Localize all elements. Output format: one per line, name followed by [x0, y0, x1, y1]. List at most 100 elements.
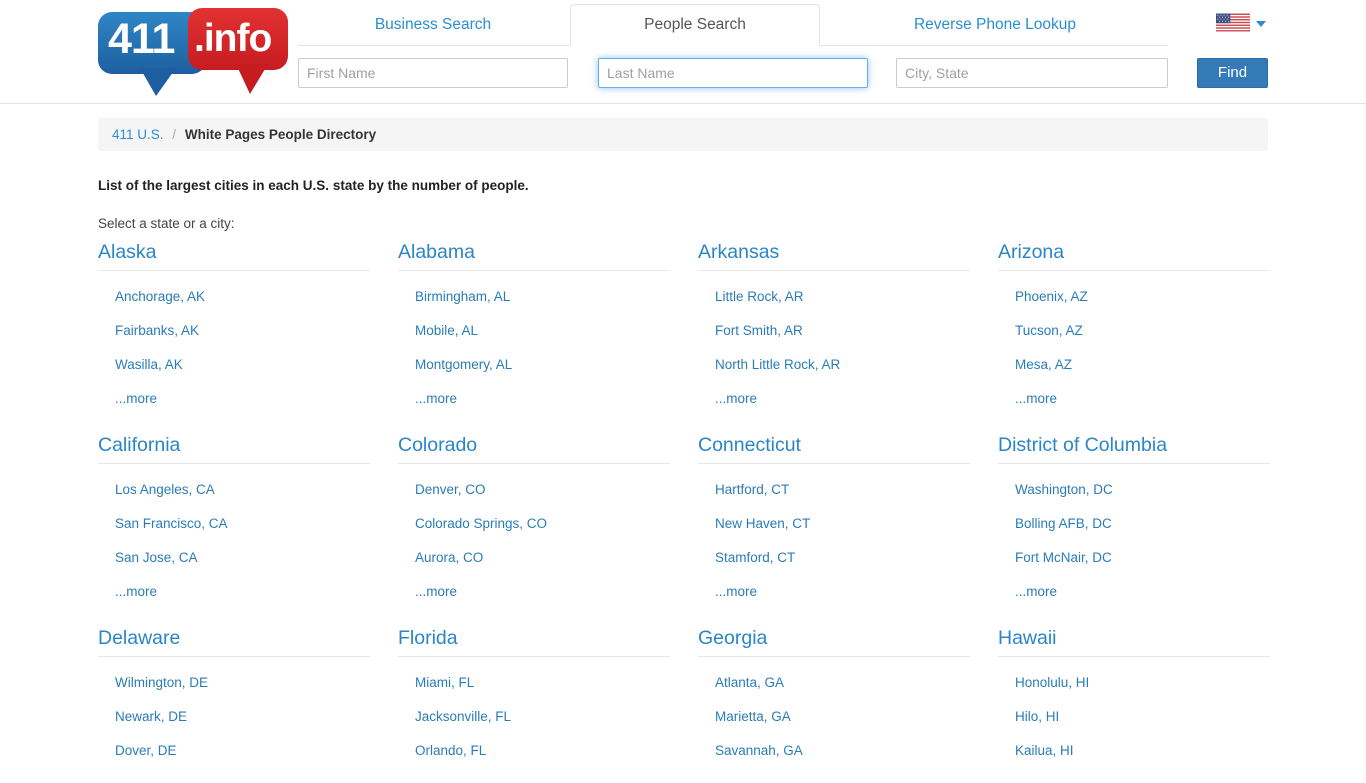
last-name-input[interactable]: [598, 58, 868, 88]
state-heading-link[interactable]: District of Columbia: [998, 431, 1270, 464]
city-link[interactable]: Montgomery, AL: [415, 348, 670, 382]
city-link[interactable]: Little Rock, AR: [715, 280, 970, 314]
us-flag-icon: [1216, 13, 1250, 32]
page-title: List of the largest cities in each U.S. …: [98, 178, 529, 193]
search-tabs: Business Search People Search Reverse Ph…: [298, 0, 1168, 46]
city-list: Wilmington, DE Newark, DE Dover, DE: [98, 657, 370, 768]
city-link[interactable]: Los Angeles, CA: [115, 473, 370, 507]
more-cities-link[interactable]: ...more: [415, 382, 670, 416]
city-link[interactable]: New Haven, CT: [715, 507, 970, 541]
city-link[interactable]: Bolling AFB, DC: [1015, 507, 1270, 541]
city-list: Little Rock, AR Fort Smith, AR North Littl…: [698, 271, 970, 416]
city-list: Washington, DC Bolling AFB, DC Fort McNair…: [998, 464, 1270, 609]
city-link[interactable]: Marietta, GA: [715, 700, 970, 734]
state-column: California Los Angeles, CA San Francisco, …: [98, 431, 370, 609]
city-link[interactable]: Atlanta, GA: [715, 666, 970, 700]
logo-red-bubble-tail: [236, 64, 268, 94]
logo-text-411: 411: [108, 15, 175, 63]
tab-people-search[interactable]: People Search: [570, 4, 820, 46]
state-heading-link[interactable]: Arkansas: [698, 238, 970, 271]
city-link[interactable]: Washington, DC: [1015, 473, 1270, 507]
breadcrumb-separator: /: [172, 127, 177, 142]
state-column: Hawaii Honolulu, HI Hilo, HI Kailua, HI: [998, 624, 1270, 768]
site-header: 411 .info Business Search People Search …: [0, 0, 1366, 104]
city-link[interactable]: Fairbanks, AK: [115, 314, 370, 348]
city-link[interactable]: Orlando, FL: [415, 734, 670, 768]
city-link[interactable]: Tucson, AZ: [1015, 314, 1270, 348]
people-search-form: Find: [298, 58, 1268, 88]
state-column: Florida Miami, FL Jacksonville, FL Orlando,…: [398, 624, 670, 768]
city-link[interactable]: Dover, DE: [115, 734, 370, 768]
city-list: Atlanta, GA Marietta, GA Savannah, GA: [698, 657, 970, 768]
city-link[interactable]: Denver, CO: [415, 473, 670, 507]
state-heading-link[interactable]: Colorado: [398, 431, 670, 464]
breadcrumb-current-page: White Pages People Directory: [184, 127, 377, 142]
city-link[interactable]: North Little Rock, AR: [715, 348, 970, 382]
city-list: Hartford, CT New Haven, CT Stamford, CT...…: [698, 464, 970, 609]
breadcrumb: 411 U.S. / White Pages People Directory: [98, 118, 1268, 151]
state-directory-grid: Alaska Anchorage, AK Fairbanks, AK Wasilla,…: [98, 238, 1270, 783]
locale-selector[interactable]: [1216, 12, 1268, 36]
state-heading-link[interactable]: Hawaii: [998, 624, 1270, 657]
city-link[interactable]: Wasilla, AK: [115, 348, 370, 382]
more-cities-link[interactable]: ...more: [715, 382, 970, 416]
logo-blue-bubble-tail: [140, 68, 176, 96]
state-column: District of Columbia Washington, DC Bollin…: [998, 431, 1270, 609]
city-link[interactable]: Fort McNair, DC: [1015, 541, 1270, 575]
city-link[interactable]: Fort Smith, AR: [715, 314, 970, 348]
breadcrumb-home-link[interactable]: 411 U.S.: [112, 127, 164, 142]
city-link[interactable]: San Francisco, CA: [115, 507, 370, 541]
tab-reverse-phone-lookup[interactable]: Reverse Phone Lookup: [822, 4, 1168, 46]
city-link[interactable]: Miami, FL: [415, 666, 670, 700]
city-link[interactable]: Phoenix, AZ: [1015, 280, 1270, 314]
logo-text-info: .info: [194, 17, 272, 60]
city-list: Los Angeles, CA San Francisco, CA San Jose…: [98, 464, 370, 609]
state-column: Alaska Anchorage, AK Fairbanks, AK Wasilla,…: [98, 238, 370, 416]
city-link[interactable]: Mesa, AZ: [1015, 348, 1270, 382]
city-list: Phoenix, AZ Tucson, AZ Mesa, AZ ...more: [998, 271, 1270, 416]
more-cities-link[interactable]: ...more: [115, 382, 370, 416]
find-button[interactable]: Find: [1197, 58, 1268, 88]
city-link[interactable]: Stamford, CT: [715, 541, 970, 575]
state-column: Arkansas Little Rock, AR Fort Smith, AR Nor…: [698, 238, 970, 416]
city-link[interactable]: Mobile, AL: [415, 314, 670, 348]
city-state-input[interactable]: [896, 58, 1168, 88]
state-heading-link[interactable]: Delaware: [98, 624, 370, 657]
tab-business-search[interactable]: Business Search: [298, 4, 568, 46]
first-name-input[interactable]: [298, 58, 568, 88]
state-heading-link[interactable]: Florida: [398, 624, 670, 657]
city-list: Miami, FL Jacksonville, FL Orlando, FL: [398, 657, 670, 768]
city-link[interactable]: Honolulu, HI: [1015, 666, 1270, 700]
state-heading-link[interactable]: California: [98, 431, 370, 464]
more-cities-link[interactable]: ...more: [1015, 382, 1270, 416]
city-list: Anchorage, AK Fairbanks, AK Wasilla, AK...…: [98, 271, 370, 416]
state-heading-link[interactable]: Georgia: [698, 624, 970, 657]
site-logo[interactable]: 411 .info: [98, 8, 288, 96]
more-cities-link[interactable]: ...more: [415, 575, 670, 609]
city-link[interactable]: Hartford, CT: [715, 473, 970, 507]
state-heading-link[interactable]: Connecticut: [698, 431, 970, 464]
city-list: Denver, CO Colorado Springs, CO Aurora, CO…: [398, 464, 670, 609]
state-heading-link[interactable]: Alaska: [98, 238, 370, 271]
state-column: Delaware Wilmington, DE Newark, DE Dover, D…: [98, 624, 370, 768]
more-cities-link[interactable]: ...more: [1015, 575, 1270, 609]
state-column: Georgia Atlanta, GA Marietta, GA Savannah, …: [698, 624, 970, 768]
city-link[interactable]: Anchorage, AK: [115, 280, 370, 314]
more-cities-link[interactable]: ...more: [715, 575, 970, 609]
city-link[interactable]: Aurora, CO: [415, 541, 670, 575]
city-link[interactable]: Newark, DE: [115, 700, 370, 734]
city-list: Birmingham, AL Mobile, AL Montgomery, AL..…: [398, 271, 670, 416]
city-link[interactable]: Kailua, HI: [1015, 734, 1270, 768]
city-link[interactable]: Birmingham, AL: [415, 280, 670, 314]
city-link[interactable]: Savannah, GA: [715, 734, 970, 768]
chevron-down-icon: [1256, 21, 1266, 27]
city-link[interactable]: Jacksonville, FL: [415, 700, 670, 734]
city-link[interactable]: San Jose, CA: [115, 541, 370, 575]
state-heading-link[interactable]: Arizona: [998, 238, 1270, 271]
city-link[interactable]: Colorado Springs, CO: [415, 507, 670, 541]
more-cities-link[interactable]: ...more: [115, 575, 370, 609]
state-heading-link[interactable]: Alabama: [398, 238, 670, 271]
city-link[interactable]: Wilmington, DE: [115, 666, 370, 700]
city-link[interactable]: Hilo, HI: [1015, 700, 1270, 734]
state-column: Arizona Phoenix, AZ Tucson, AZ Mesa, AZ ...m…: [998, 238, 1270, 416]
